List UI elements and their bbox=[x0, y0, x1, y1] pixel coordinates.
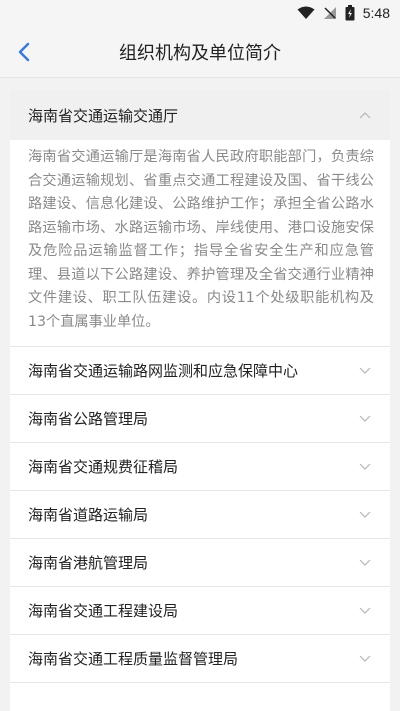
accordion-item[interactable]: 海南省交通规费征稽局 bbox=[10, 443, 390, 491]
accordion-item[interactable]: 海南省交通工程建设局 bbox=[10, 587, 390, 635]
accordion-item[interactable]: 海南省交通运输路网监测和应急保障中心 bbox=[10, 347, 390, 395]
back-button[interactable] bbox=[10, 38, 38, 66]
chevron-down-icon bbox=[358, 604, 372, 618]
status-bar: 5:48 bbox=[0, 0, 400, 26]
chevron-left-icon bbox=[17, 42, 31, 62]
accordion-item[interactable]: 海南省公路管理局 bbox=[10, 395, 390, 443]
wifi-icon bbox=[297, 6, 315, 20]
accordion-item-title: 海南省交通运输路网监测和应急保障中心 bbox=[28, 362, 299, 380]
accordion-item[interactable]: 海南省交通工程质量监督管理局 bbox=[10, 635, 390, 683]
chevron-down-icon bbox=[358, 508, 372, 522]
chevron-down-icon bbox=[358, 460, 372, 474]
chevron-down-icon bbox=[358, 652, 372, 666]
accordion-item-title: 海南省交通规费征稽局 bbox=[28, 458, 179, 476]
chevron-down-icon bbox=[358, 556, 372, 570]
accordion-item[interactable]: 海南省港航管理局 bbox=[10, 539, 390, 587]
accordion-item-title: 海南省交通工程建设局 bbox=[28, 602, 179, 620]
accordion-item-title: 海南省道路运输局 bbox=[28, 506, 149, 524]
chevron-down-icon bbox=[358, 364, 372, 378]
accordion-title: 海南省交通运输交通厅 bbox=[28, 106, 179, 125]
accordion-description: 海南省交通运输厅是海南省人民政府职能部门，负责综合交通运输规划、省重点交通工程建… bbox=[10, 140, 390, 347]
nav-bar: 组织机构及单位简介 bbox=[0, 26, 400, 78]
battery-charging-icon bbox=[345, 5, 355, 21]
chevron-up-icon bbox=[358, 108, 372, 122]
chevron-down-icon bbox=[358, 412, 372, 426]
accordion-list: 海南省交通运输交通厅 海南省交通运输厅是海南省人民政府职能部门，负责综合交通运输… bbox=[10, 90, 390, 711]
accordion-item-title: 海南省港航管理局 bbox=[28, 554, 149, 572]
page-title: 组织机构及单位简介 bbox=[119, 42, 281, 64]
accordion-item-title: 海南省交通工程质量监督管理局 bbox=[28, 650, 239, 668]
accordion-item[interactable]: 海南省道路运输局 bbox=[10, 491, 390, 539]
status-time: 5:48 bbox=[362, 5, 390, 21]
accordion-item-title: 海南省公路管理局 bbox=[28, 410, 149, 428]
signal-off-icon bbox=[323, 6, 337, 20]
accordion-header-expanded[interactable]: 海南省交通运输交通厅 bbox=[10, 90, 390, 140]
